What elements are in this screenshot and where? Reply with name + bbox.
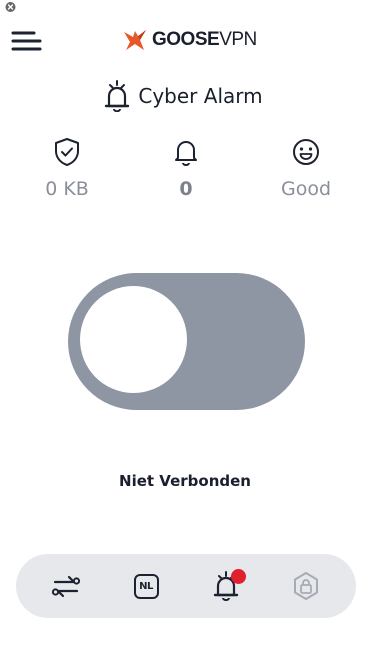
goose-logo-icon — [124, 30, 146, 50]
hamburger-icon — [11, 31, 42, 51]
logo: GOOSEVPN — [122, 26, 257, 54]
bottom-nav: NL — [16, 554, 356, 618]
bell-icon — [175, 141, 197, 166]
toggle-knob — [80, 286, 187, 393]
stat-health: Good — [246, 136, 366, 206]
nav-security-button[interactable] — [286, 566, 326, 606]
page-header: Cyber Alarm — [0, 78, 367, 114]
smiley-icon — [293, 139, 319, 165]
country-code: NL — [139, 580, 153, 592]
shield-check-icon — [55, 138, 79, 166]
stat-value: 0 KB — [45, 178, 89, 200]
nav-protocol-button[interactable] — [46, 566, 86, 606]
nav-country-button[interactable]: NL — [126, 566, 166, 606]
menu-button[interactable] — [10, 28, 44, 54]
alarm-bell-icon — [105, 80, 130, 112]
brand-light: VPN — [219, 29, 257, 50]
stat-alerts: 0 — [126, 136, 246, 206]
stat-data-usage: 0 KB — [7, 136, 127, 206]
switch-arrows-icon — [51, 575, 81, 598]
lock-hexagon-icon — [294, 572, 318, 600]
connection-status: Niet Verbonden — [119, 472, 251, 490]
stat-value: 0 — [179, 178, 193, 200]
country-badge-icon: NL — [133, 573, 159, 599]
close-icon[interactable] — [4, 0, 17, 12]
brand-name: GOOSEVPN — [152, 29, 257, 51]
brand-bold: GOOSE — [152, 29, 220, 50]
nav-cyber-alarm-button[interactable] — [206, 566, 246, 606]
notification-dot — [231, 569, 246, 584]
connection-toggle[interactable] — [68, 273, 305, 410]
stat-value: Good — [280, 178, 332, 200]
page-title: Cyber Alarm — [138, 84, 263, 108]
